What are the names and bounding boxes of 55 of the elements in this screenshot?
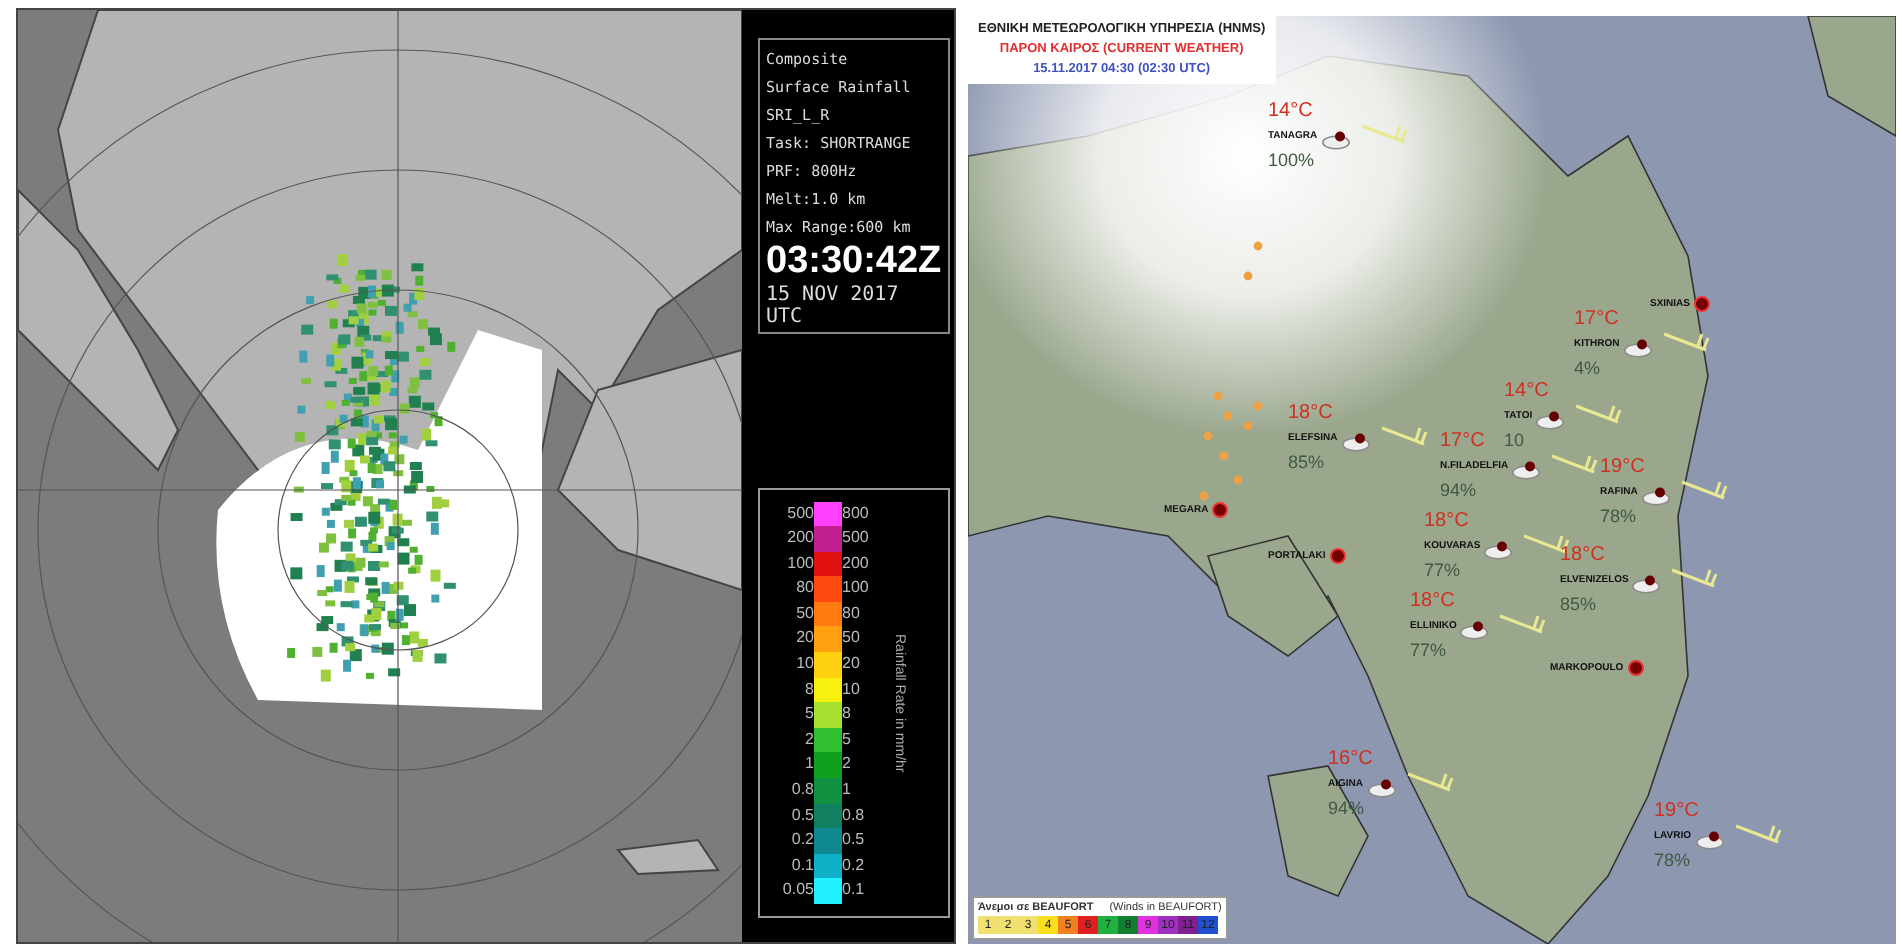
humidity-label: 77% [1424,560,1461,580]
temperature-label: 16°C [1328,748,1373,770]
scale-label: 10 [842,677,862,702]
scale-label: 1 [842,778,853,803]
scale-label: 20 [842,652,862,677]
scale-label: 500 [842,526,871,551]
temperature-label: 18°C [1288,402,1333,424]
temperature-label: 14°C [1268,100,1313,122]
humidity-label: 78% [1654,850,1691,870]
radar-time: 03:30:42Z [766,242,942,282]
scale-label: 1 [803,752,814,777]
scale-label: 100 [785,551,814,576]
scale-label: 0.2 [842,853,867,878]
temperature-label: 17°C [1440,430,1485,452]
humidity-label: 100% [1268,150,1315,170]
temperature-label: 14°C [1504,380,1549,402]
temperature-label: 19°C [1654,800,1699,822]
scale-label: 0.1 [789,853,814,878]
scale-label: 50 [794,601,814,626]
scale-label: 100 [842,576,871,601]
humidity-label: 78% [1600,506,1637,526]
radar-date: 15 NOV 2017 UTC [766,284,901,328]
humidity-label: 10 [1504,430,1525,450]
scale-label: 0.5 [789,803,814,828]
humidity-label: 85% [1288,452,1325,472]
scale-label: 0.8 [789,778,814,803]
scale-label: 2 [842,752,853,777]
scale-label: 500 [785,501,814,525]
scale-label: 80 [794,576,814,601]
temperature-label: 19°C [1600,456,1645,478]
scale-label: 0.1 [842,878,867,903]
scale-label: 50 [842,626,862,651]
humidity-label: 94% [1440,480,1477,500]
temperature-label: 18°C [1560,544,1605,566]
scale-label: 20 [794,626,814,651]
scale-label: 0.2 [789,828,814,853]
scale-label: 8 [803,677,814,702]
humidity-label: 4% [1574,358,1601,378]
scale-label: 200 [842,551,871,576]
scale-label: 80 [842,601,862,626]
scale-label: 5 [842,727,853,752]
scale-label: 0.05 [780,878,814,903]
scale-label: 10 [794,652,814,677]
scale-label: 800 [842,501,871,525]
scale-label: 8 [842,702,853,727]
humidity-label: 85% [1560,594,1597,614]
temperature-label: 18°C [1424,510,1469,532]
temperature-label: 17°C [1574,308,1619,330]
scale-label: 0.5 [842,828,867,853]
scale-label: 5 [803,702,814,727]
temperature-label: 18°C [1410,590,1455,612]
scale-label: 2 [803,727,814,752]
humidity-label: 77% [1410,640,1447,660]
scale-label: 200 [785,526,814,551]
scale-label: 0.8 [842,803,867,828]
